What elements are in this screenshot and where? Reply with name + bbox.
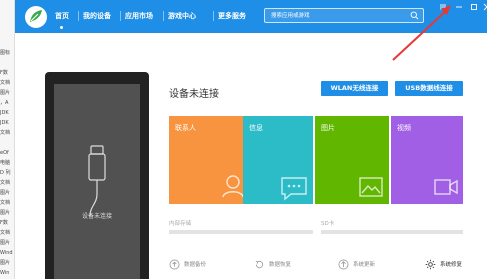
background-text-line: 文档 <box>0 180 11 186</box>
backup-icon <box>169 259 180 270</box>
tile-pictures-label: 图片 <box>321 124 335 132</box>
background-text-line: 文档 <box>0 80 11 86</box>
annotation-arrow <box>392 5 451 61</box>
background-text-line: 图片 <box>0 260 11 266</box>
background-text-line: Wind <box>0 250 13 256</box>
system-update-button[interactable]: 系统更新 <box>338 259 398 271</box>
background-text-line: 图片 <box>0 210 11 216</box>
gear-icon <box>425 259 436 270</box>
nav-home[interactable]: 首页 <box>55 9 69 23</box>
internal-storage-label: 内部存储 <box>169 221 192 227</box>
sd-card-label: SD卡 <box>321 221 335 227</box>
background-window-strip: 图标 F数 文档 图片 ，A JDK JDK 文档 eOf 电脑 D 列文档 图片 文档 图片 F数 文档 图片… <box>0 0 15 279</box>
nav-my-device[interactable]: 我的设备 <box>83 9 111 23</box>
background-text-line <box>0 58 14 68</box>
tile-contacts-label: 联系人 <box>175 124 196 132</box>
background-text-line: eOf <box>0 150 9 156</box>
app-logo-icon <box>25 6 47 28</box>
sd-card-bar <box>321 230 463 234</box>
phone-screen: 设备未连接 <box>54 84 140 279</box>
background-text-line: D 列 <box>0 170 11 176</box>
background-text-line: 图片 <box>0 90 11 96</box>
background-text-line: 图标 <box>0 50 11 56</box>
background-text-line: 文档 <box>0 230 11 236</box>
background-text-line: 文档 <box>0 200 11 206</box>
message-bubble-icon <box>281 177 307 201</box>
data-restore-button[interactable]: 数据恢复 <box>254 259 314 271</box>
nav-divider <box>78 11 79 21</box>
background-text-line: 图片 <box>0 240 11 246</box>
contacts-icon <box>222 175 244 198</box>
tile-messages-label: 信息 <box>249 124 263 132</box>
background-text-line: Win <box>0 270 10 276</box>
phone-illustration: 设备未连接 <box>45 72 149 279</box>
tile-messages[interactable]: 信息 <box>243 116 313 204</box>
system-repair-label: 系统修复 <box>440 262 463 268</box>
picture-icon <box>359 177 383 197</box>
background-text-line: 文档 <box>0 130 11 136</box>
video-icon <box>434 179 458 195</box>
phone-assistant-window: 首页 我的设备 应用市场 游戏中心 更多服务 搜索应用或游戏 设备未连接 设备未… <box>15 0 487 279</box>
nav-divider <box>120 11 121 21</box>
tile-videos[interactable]: 视频 <box>391 116 463 204</box>
data-backup-button[interactable]: 数据备份 <box>169 259 229 271</box>
background-text-line: JDK <box>0 120 9 126</box>
restore-icon <box>255 260 264 269</box>
nav-app-market[interactable]: 应用市场 <box>125 9 153 23</box>
background-text-line: 电脑 <box>0 160 11 166</box>
background-text-line: F数 <box>0 70 8 76</box>
data-restore-label: 数据恢复 <box>269 262 292 268</box>
tile-contacts[interactable]: 联系人 <box>169 116 249 204</box>
background-text-line: ，A <box>0 100 9 106</box>
phone-status-text: 设备未连接 <box>81 213 112 220</box>
tile-pictures[interactable]: 图片 <box>315 116 389 204</box>
nav-game-center[interactable]: 游戏中心 <box>168 9 196 23</box>
system-repair-button[interactable]: 系统修复 <box>425 259 485 271</box>
background-text-line <box>0 138 14 148</box>
background-text-line: JDK <box>0 110 9 116</box>
search-placeholder: 搜索应用或游戏 <box>271 13 310 19</box>
usb-connect-button[interactable]: USB数据线连接 <box>395 81 463 96</box>
internal-storage-bar <box>169 230 313 234</box>
wlan-connect-button[interactable]: WLAN无线连接 <box>321 81 388 96</box>
update-icon <box>338 259 349 270</box>
nav-divider <box>213 11 214 21</box>
tile-videos-label: 视频 <box>397 124 411 132</box>
device-status-title: 设备未连接 <box>169 89 219 100</box>
nav-more-services[interactable]: 更多服务 <box>218 9 246 23</box>
background-text-line: 图片 <box>0 190 11 196</box>
nav-active-indicator <box>60 26 63 29</box>
nav-divider <box>163 11 164 21</box>
data-backup-label: 数据备份 <box>184 262 207 268</box>
system-update-label: 系统更新 <box>353 262 376 268</box>
background-text-line: F数 <box>0 220 8 226</box>
